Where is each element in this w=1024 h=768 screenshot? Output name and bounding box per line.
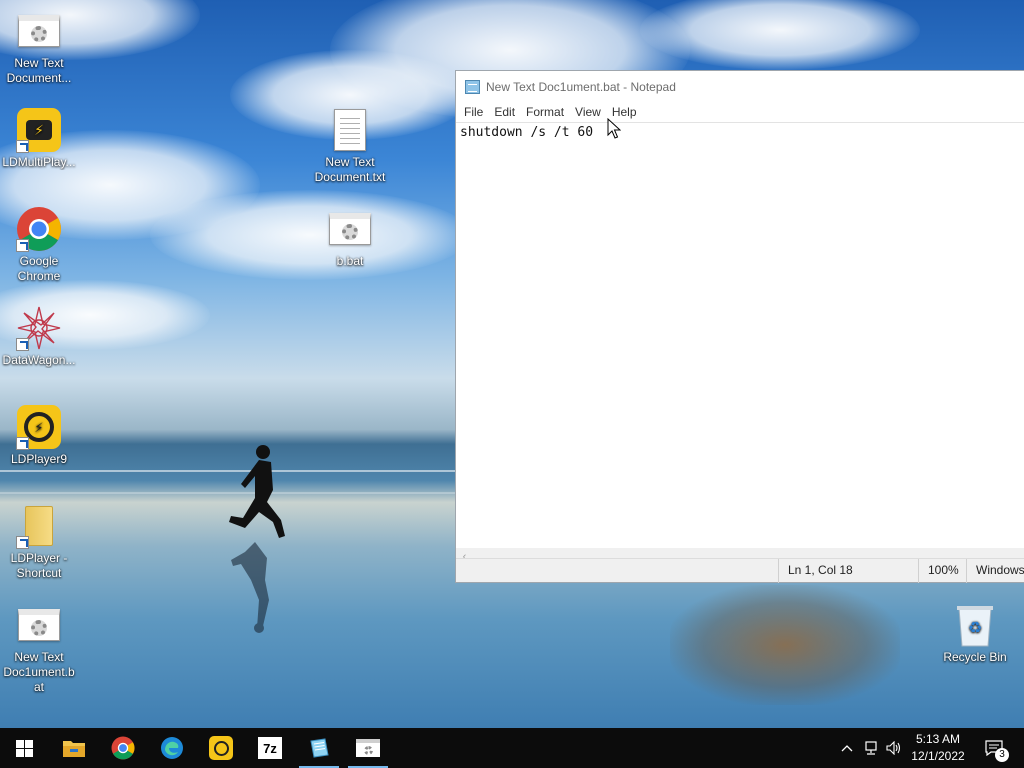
desktop-icon-google-chrome[interactable]: Google Chrome <box>1 206 77 284</box>
show-hidden-icons-chevron-up-icon[interactable] <box>837 738 857 758</box>
desktop-icon-label: LDPlayer9 <box>10 452 68 466</box>
wallpaper-reflection <box>670 585 900 705</box>
edge-icon <box>161 737 183 759</box>
menu-bar: File Edit Format View Help <box>456 102 1024 122</box>
menu-edit[interactable]: Edit <box>489 102 520 122</box>
action-center-button[interactable]: 3 <box>983 738 1009 762</box>
desktop-icon-ldmultiplayer[interactable]: ⚡ LDMultiPlay... <box>1 107 77 170</box>
shortcut-arrow-icon <box>16 140 29 153</box>
chrome-icon <box>16 206 62 252</box>
clock-date: 12/1/2022 <box>911 749 965 763</box>
windows-logo-icon <box>15 739 33 757</box>
desktop-icon-label: DataWagon... <box>2 353 76 367</box>
desktop-icon-new-text-document-txt[interactable]: New Text Document.txt <box>312 107 388 185</box>
text-editor-area[interactable]: shutdown /s /t 60 ‹ <box>456 122 1024 565</box>
zoom-level: 100% <box>918 559 966 583</box>
taskbar-chrome[interactable] <box>99 728 147 768</box>
bat-file-icon <box>327 206 373 252</box>
notepad-icon <box>310 738 329 758</box>
taskbar-7zip[interactable]: 7z <box>246 728 294 768</box>
desktop-icon-label: LDMultiPlay... <box>2 155 76 169</box>
desktop-icon-label: New Text Document.txt <box>314 155 386 184</box>
desktop-icon-datawagon[interactable]: DataWagon... <box>1 305 77 368</box>
taskbar-edge[interactable] <box>148 728 196 768</box>
desktop-icon-ldplayer-shortcut[interactable]: LDPlayer - Shortcut <box>1 503 77 581</box>
clock[interactable]: 5:13 AM 12/1/2022 <box>905 731 971 765</box>
desktop-icon-label: LDPlayer - Shortcut <box>10 551 68 580</box>
network-icon[interactable] <box>861 738 881 758</box>
line-ending: Windows (CRLF) <box>966 559 1024 583</box>
bat-file-icon <box>16 602 62 648</box>
ldmultiplayer-icon: ⚡ <box>16 107 62 153</box>
menu-view[interactable]: View <box>570 102 606 122</box>
svg-text:♻: ♻ <box>968 618 982 637</box>
desktop-icon-label: New Text Document... <box>6 56 72 85</box>
txt-file-icon <box>327 107 373 153</box>
desktop-icon-b-bat[interactable]: b.bat <box>312 206 388 269</box>
chrome-icon <box>111 736 135 760</box>
start-button[interactable] <box>0 728 48 768</box>
runner-silhouette <box>229 445 285 633</box>
taskbar-file-explorer[interactable] <box>50 728 98 768</box>
clock-time: 5:13 AM <box>915 732 961 746</box>
ldplayer-icon: ⚡ <box>16 404 62 450</box>
desktop-icon-label: New Text Doc1ument.b at <box>3 650 75 694</box>
recycle-bin-icon: ♻ <box>952 602 998 648</box>
file-explorer-icon <box>63 741 85 757</box>
shortcut-arrow-icon <box>16 536 29 549</box>
desktop-icon-label: Recycle Bin <box>943 650 1007 664</box>
desktop-icon-new-text-document-bat[interactable]: New Text Document... <box>1 8 77 86</box>
notepad-title-bar[interactable]: New Text Doc1ument.bat - Notepad <box>456 71 1024 102</box>
window-title: New Text Doc1ument.bat - Notepad <box>486 79 676 94</box>
bat-file-icon <box>16 8 62 54</box>
menu-file[interactable]: File <box>459 102 488 122</box>
shortcut-arrow-icon <box>16 239 29 252</box>
mouse-cursor-icon <box>607 118 621 139</box>
taskbar-notepad[interactable] <box>295 728 343 768</box>
7zip-icon: 7z <box>258 737 282 759</box>
folder-icon <box>16 503 62 549</box>
taskbar: 7z 5:13 AM 12/1/2022 3 <box>0 728 1024 768</box>
menu-format[interactable]: Format <box>521 102 569 122</box>
taskbar-bat-file[interactable] <box>344 728 392 768</box>
desktop-icon-label: Google Chrome <box>17 254 61 283</box>
ldplayer-icon <box>209 736 233 760</box>
notepad-icon <box>465 79 480 94</box>
desktop-icon-ldplayer9[interactable]: ⚡ LDPlayer9 <box>1 404 77 467</box>
editor-content[interactable]: shutdown /s /t 60 <box>460 125 1020 140</box>
taskbar-ldplayer[interactable] <box>197 728 245 768</box>
notepad-window[interactable]: New Text Doc1ument.bat - Notepad File Ed… <box>455 70 1024 583</box>
datawagon-icon <box>16 305 62 351</box>
bat-file-icon <box>356 739 380 757</box>
desktop-icon-recycle-bin[interactable]: ♻ Recycle Bin <box>937 602 1013 665</box>
shortcut-arrow-icon <box>16 338 29 351</box>
wallpaper-cloud <box>150 190 470 280</box>
notification-count-badge: 3 <box>995 748 1009 762</box>
status-bar: Ln 1, Col 18 100% Windows (CRLF) <box>456 558 1024 583</box>
desktop-icon-label: b.bat <box>336 254 364 268</box>
shortcut-arrow-icon <box>16 437 29 450</box>
cursor-position: Ln 1, Col 18 <box>778 559 918 583</box>
desktop-icon-new-text-doc1ument-bat[interactable]: New Text Doc1ument.b at <box>1 602 77 695</box>
volume-icon[interactable] <box>884 738 904 758</box>
